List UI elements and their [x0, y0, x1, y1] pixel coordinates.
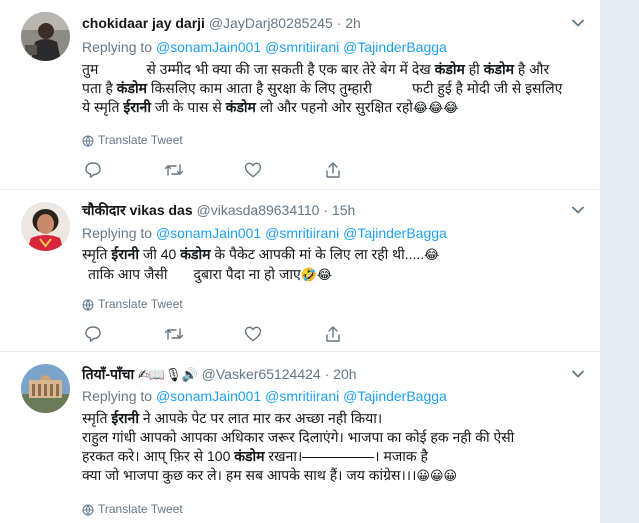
tweet-text: तुम से उम्मीद भी क्या की जा सकती है एक बा…: [82, 60, 588, 118]
separator-dot: ·: [323, 202, 329, 218]
text-line: ताकि आप जैसी दुबारा पैदा ना हो जाए🤣😂: [88, 266, 333, 283]
reply-icon[interactable]: [84, 161, 102, 179]
retweet-icon[interactable]: [164, 325, 184, 343]
avatar[interactable]: [21, 364, 70, 413]
user-handle[interactable]: @Vasker65124424: [202, 366, 321, 382]
name-emoji-icons: ✍📖🎙🔊: [138, 368, 198, 383]
user-name[interactable]: चौकीदार vikas das: [82, 202, 193, 218]
user-name[interactable]: chokidaar jay darji: [82, 15, 205, 31]
text-line: स्मृति ईरानी जी 40 कंडोम के पैकेट आपकी म…: [82, 246, 440, 263]
replying-to: Replying to @sonamJain001 @smritiirani @…: [82, 39, 447, 55]
tweet-actions: [82, 325, 392, 345]
text-line: स्मृति ईरानी ने आपके पेट पर लात मार कर अ…: [82, 410, 383, 426]
tweet-time[interactable]: 15h: [332, 202, 355, 218]
mention-link[interactable]: @TajinderBagga: [343, 39, 447, 55]
chevron-down-icon[interactable]: [571, 203, 585, 217]
tweet-actions: [82, 161, 392, 181]
mention-link[interactable]: @TajinderBagga: [343, 388, 447, 404]
chevron-down-icon[interactable]: [571, 367, 585, 381]
mention-link[interactable]: @TajinderBagga: [343, 225, 447, 241]
emoji: 😂😂😂: [412, 101, 459, 116]
tweet-2[interactable]: चौकीदार vikas das @vikasda89634110 · 15h…: [0, 190, 600, 352]
tweet-time[interactable]: 2h: [345, 15, 361, 31]
globe-icon: [82, 504, 94, 516]
emoji: 😀😀😀: [416, 469, 458, 484]
replying-to: Replying to @sonamJain001 @smritiirani @…: [82, 388, 447, 404]
emoji: 🤣😂: [300, 268, 333, 283]
user-handle[interactable]: @vikasda89634110: [197, 202, 320, 218]
avatar[interactable]: [21, 202, 70, 251]
tweet-text: स्मृति ईरानी ने आपके पेट पर लात मार कर अ…: [82, 409, 588, 486]
tweet-time[interactable]: 20h: [333, 366, 356, 382]
mention-link[interactable]: @sonamJain001: [156, 225, 261, 241]
tweet-3[interactable]: तियाँ-पाँचा ✍📖🎙🔊 @Vasker65124424 · 20h R…: [0, 352, 600, 523]
avatar[interactable]: [21, 12, 70, 61]
text-line: हरकत करे। आप् फ़िर से 100 कंडोम रखना। । म…: [82, 448, 428, 464]
mention-link[interactable]: @sonamJain001: [156, 39, 261, 55]
translate-tweet-link[interactable]: Translate Tweet: [82, 297, 183, 311]
separator-dot: ·: [324, 366, 330, 382]
tweet-1[interactable]: chokidaar jay darji @JayDarj80285245 · 2…: [0, 0, 600, 190]
text-line: राहुल गांधी आपको आपका अधिकार जरूर दिलाएं…: [82, 429, 515, 445]
replying-to: Replying to @sonamJain001 @smritiirani @…: [82, 225, 447, 241]
emoji: 😂: [424, 248, 440, 263]
share-icon[interactable]: [324, 325, 342, 343]
text-line: तुम से उम्मीद भी क्या की जा सकती है एक बा…: [82, 61, 550, 77]
user-name[interactable]: तियाँ-पाँचा: [82, 366, 134, 382]
tweet-header: chokidaar jay darji @JayDarj80285245 · 2…: [82, 14, 361, 32]
text-line: क्या जो भाजपा कुछ कर ले। हम सब आपके साथ …: [82, 467, 458, 484]
mention-link[interactable]: @smritiirani: [265, 39, 339, 55]
mention-link[interactable]: @smritiirani: [265, 388, 339, 404]
mention-link[interactable]: @sonamJain001: [156, 388, 261, 404]
text-line: पता है कंडोम किसलिए काम आता है सुरक्षा क…: [82, 80, 563, 96]
translate-tweet-link[interactable]: Translate Tweet: [82, 133, 183, 147]
tweet-thread-panel: chokidaar jay darji @JayDarj80285245 · 2…: [0, 0, 600, 523]
text-line: ये स्मृति ईरानी जी के पास से कंडोम लो और…: [82, 99, 459, 116]
share-icon[interactable]: [324, 161, 342, 179]
tweet-text: स्मृति ईरानी जी 40 कंडोम के पैकेट आपकी म…: [82, 245, 588, 285]
tweet-header: चौकीदार vikas das @vikasda89634110 · 15h: [82, 201, 355, 219]
globe-icon: [82, 135, 94, 147]
tweet-header: तियाँ-पाँचा ✍📖🎙🔊 @Vasker65124424 · 20h: [82, 365, 357, 385]
retweet-icon[interactable]: [164, 161, 184, 179]
translate-tweet-link[interactable]: Translate Tweet: [82, 502, 183, 516]
reply-icon[interactable]: [84, 325, 102, 343]
chevron-down-icon[interactable]: [571, 16, 585, 30]
globe-icon: [82, 299, 94, 311]
mention-link[interactable]: @smritiirani: [265, 225, 339, 241]
like-icon[interactable]: [244, 161, 262, 179]
like-icon[interactable]: [244, 325, 262, 343]
user-handle[interactable]: @JayDarj80285245: [209, 15, 333, 31]
separator-dot: ·: [336, 15, 342, 31]
